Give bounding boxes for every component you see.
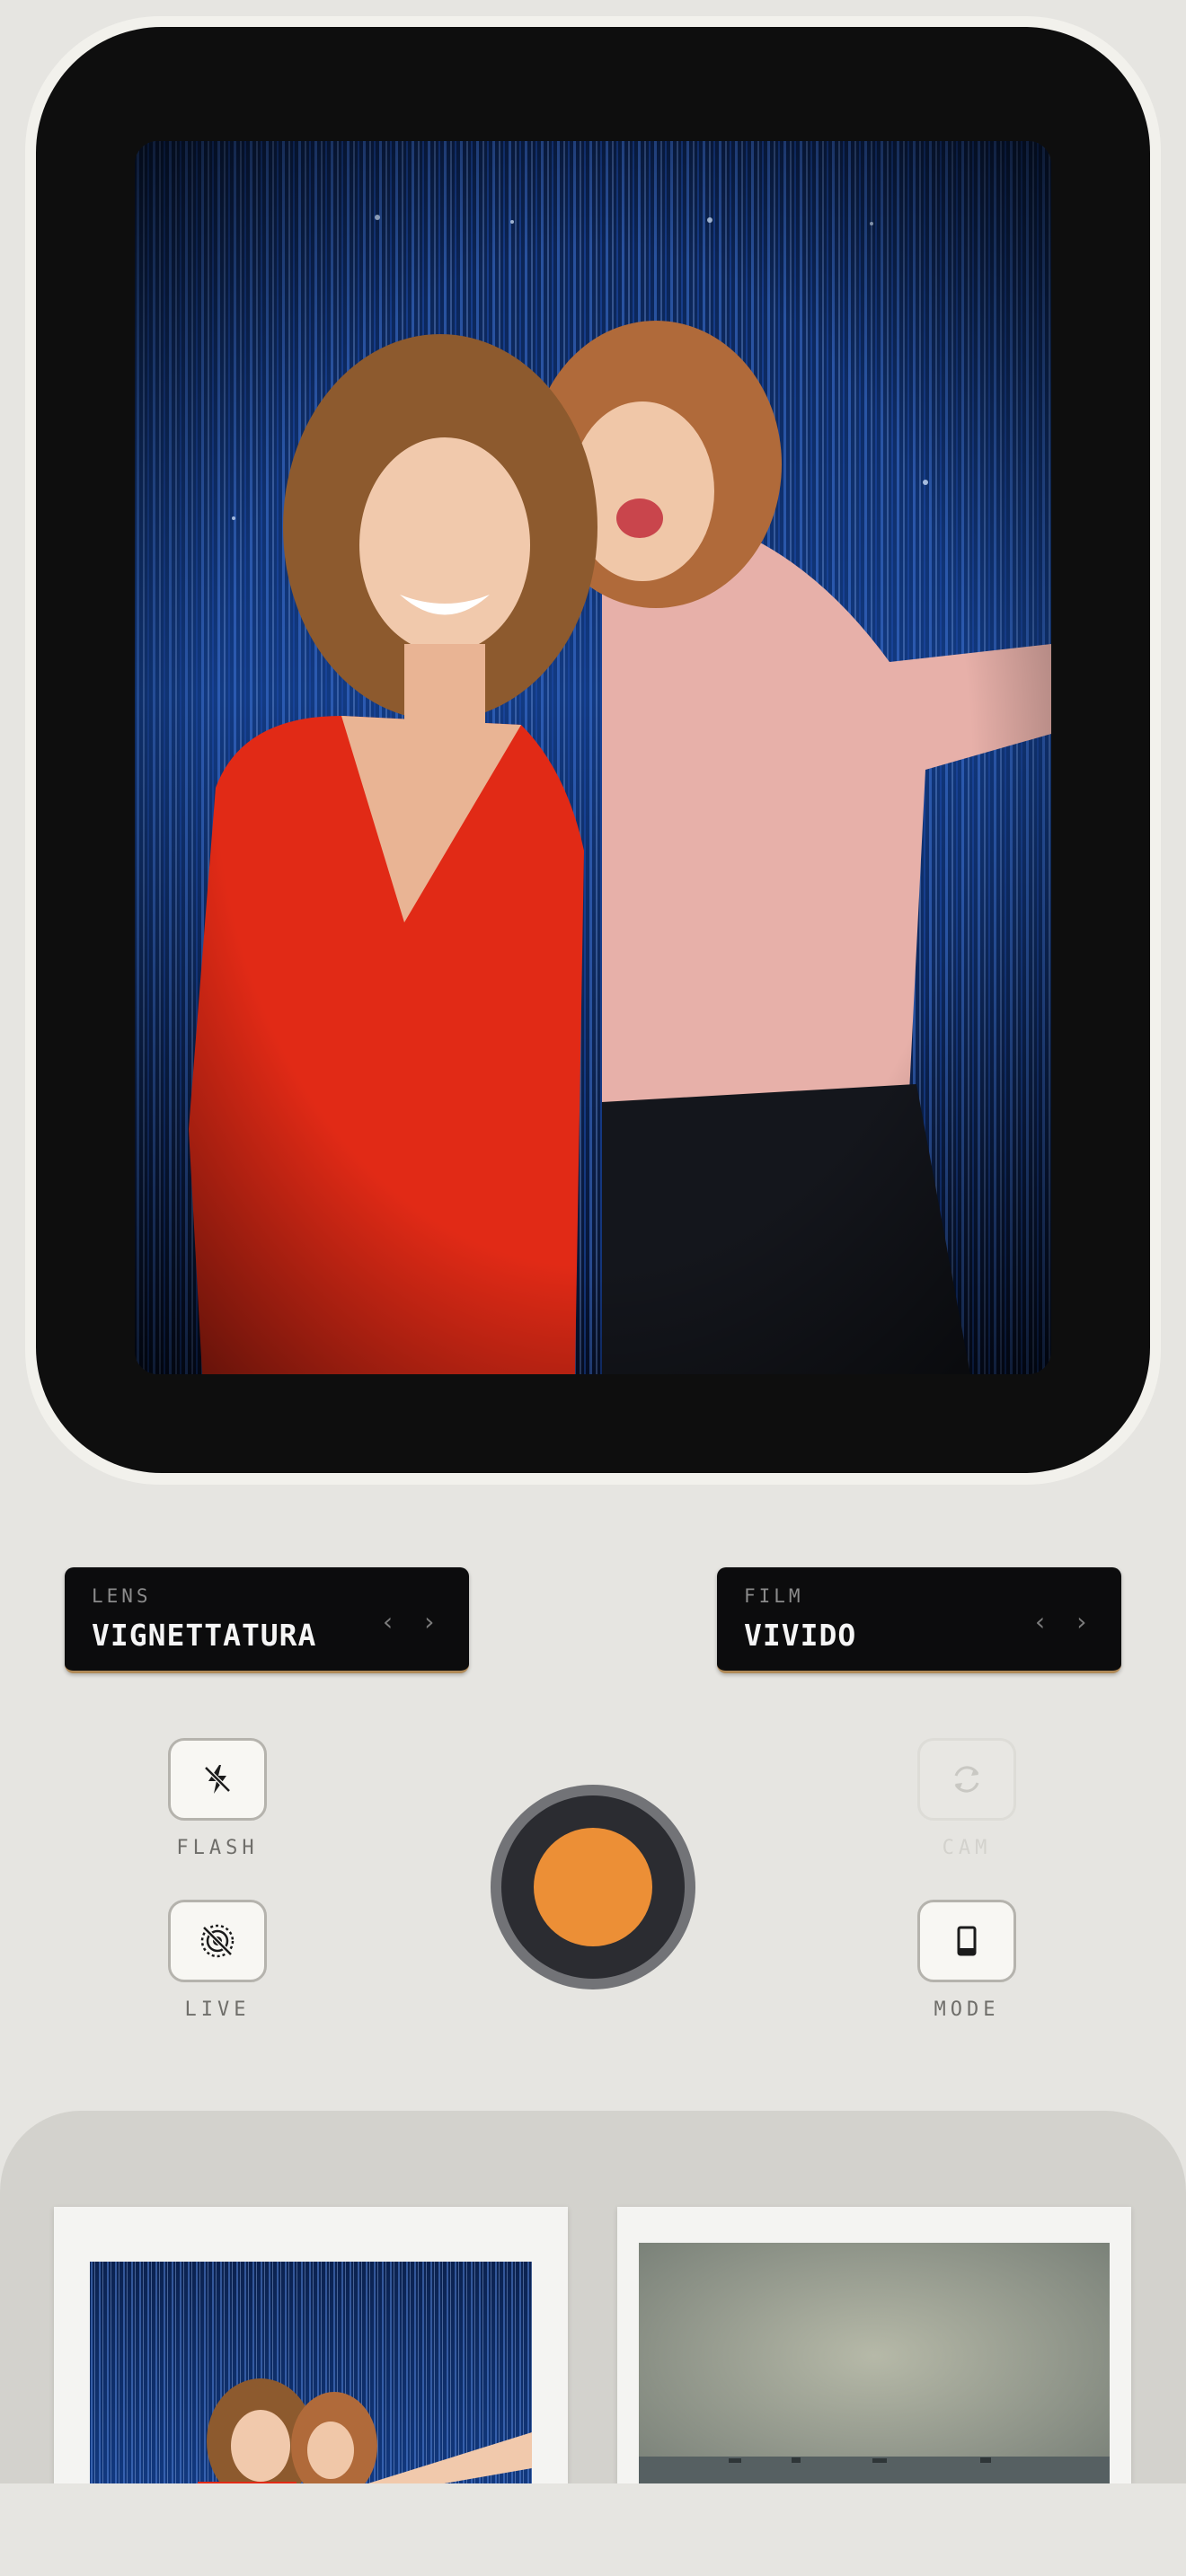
film-kicker: FILM: [744, 1585, 804, 1607]
portrait-mode-icon: [957, 1926, 977, 1956]
flip-camera-icon: [954, 1766, 979, 1793]
live-photo-off-icon: [200, 1924, 235, 1958]
lens-kicker: LENS: [92, 1585, 152, 1607]
shutter-ring: [501, 1795, 685, 1979]
live-label: LIVE: [184, 1998, 251, 2021]
cam-label: CAM: [942, 1837, 992, 1859]
flash-label: FLASH: [176, 1837, 259, 1859]
cam-control: CAM: [904, 1738, 1030, 1859]
mode-label: MODE: [934, 1998, 1000, 2021]
mode-control: MODE: [904, 1900, 1030, 2021]
live-button[interactable]: [168, 1900, 267, 1982]
film-cycle-arrows-icon[interactable]: ‹ ›: [1032, 1607, 1094, 1636]
viewfinder-photo[interactable]: [135, 141, 1051, 1374]
lens-cycle-arrows-icon[interactable]: ‹ ›: [380, 1607, 442, 1636]
seascape-photo-thumbnail: [639, 2243, 1110, 2485]
mode-button[interactable]: [917, 1900, 1016, 1982]
lens-value: VIGNETTATURA: [92, 1618, 317, 1653]
lens-selector[interactable]: LENS VIGNETTATURA ‹ ›: [65, 1567, 469, 1673]
shutter-button[interactable]: [491, 1785, 695, 1989]
film-value: VIVIDO: [744, 1618, 857, 1653]
tray-bottom-fade: [0, 2483, 1186, 2576]
film-selector[interactable]: FILM VIVIDO ‹ ›: [717, 1567, 1121, 1673]
flip-camera-button[interactable]: [917, 1738, 1016, 1821]
flash-button[interactable]: [168, 1738, 267, 1821]
gallery-print-seascape[interactable]: [617, 2207, 1131, 2485]
live-control: LIVE: [155, 1900, 280, 2021]
shutter-core: [534, 1828, 652, 1946]
camera-app: LENS VIGNETTATURA ‹ › FILM VIVIDO ‹ › FL…: [0, 0, 1186, 2576]
flash-off-icon: [204, 1765, 231, 1794]
flash-control: FLASH: [155, 1738, 280, 1859]
party-photo-thumbnail: [90, 2262, 532, 2485]
gallery-print-party[interactable]: [54, 2207, 568, 2485]
